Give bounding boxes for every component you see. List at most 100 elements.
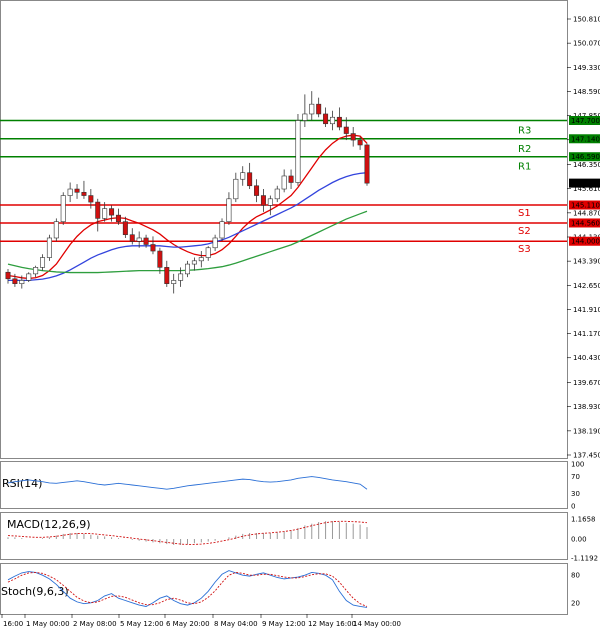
stoch-scale-label: 20 xyxy=(571,599,580,607)
candle-body xyxy=(81,191,87,196)
candle-body xyxy=(122,221,128,236)
candle-body xyxy=(33,267,39,275)
price-tick-label: 150.070 xyxy=(573,40,600,48)
candle-body xyxy=(364,144,370,184)
candle-body xyxy=(74,188,80,193)
candle-body xyxy=(19,280,25,284)
candle-body xyxy=(343,126,349,134)
candle-body xyxy=(357,139,363,146)
candle-body xyxy=(288,175,294,183)
candle-body xyxy=(95,201,101,219)
price-tick-label: 139.670 xyxy=(573,379,600,387)
price-tick-label: 149.330 xyxy=(573,64,600,72)
candle-body xyxy=(267,198,273,206)
candle-body xyxy=(26,273,32,281)
candle-body xyxy=(226,198,232,222)
time-tick-label: 16:00 xyxy=(3,620,23,628)
candle-body xyxy=(302,113,308,121)
rsi-scale-label: 0 xyxy=(571,503,575,511)
candle-body xyxy=(329,116,335,125)
level-price-label: 147.700 xyxy=(571,117,600,125)
candle-body xyxy=(350,133,356,141)
candle-body xyxy=(295,120,301,183)
forex-chart: R3 R2 R1 S1 S2 S3 150.810 150.070 149.330 148.59… xyxy=(0,0,600,628)
level-name-r3: R3 xyxy=(518,125,531,136)
time-tick-label: 2 May 08:00 xyxy=(73,620,117,628)
stoch-scale-label: 80 xyxy=(571,572,580,580)
candle-body xyxy=(136,237,142,242)
price-tick-label: 141.170 xyxy=(573,330,600,338)
price-tick-label: 143.390 xyxy=(573,258,600,266)
price-panel xyxy=(0,0,568,459)
level-price-label: 144.000 xyxy=(571,238,600,246)
rsi-panel xyxy=(0,461,568,509)
price-tick-label: 148.590 xyxy=(573,88,600,96)
level-price-label: 144.560 xyxy=(571,219,600,227)
time-tick-label: 5 May 12:00 xyxy=(120,620,164,628)
candle-body xyxy=(185,263,191,275)
rsi-scale-label: 30 xyxy=(571,490,580,498)
candle-body xyxy=(171,280,177,284)
level-name-s2: S2 xyxy=(518,226,531,237)
candle-body xyxy=(274,188,280,200)
candle-body xyxy=(102,208,108,219)
candle-body xyxy=(336,116,342,128)
level-name-s3: S3 xyxy=(518,244,531,255)
candle-body xyxy=(205,247,211,258)
candle-body xyxy=(157,250,163,268)
level-name-r1: R1 xyxy=(518,162,531,173)
price-tick-label: 138.930 xyxy=(573,403,600,411)
level-name-r2: R2 xyxy=(518,144,531,155)
candle-body xyxy=(115,214,121,222)
price-tick-label: 137.450 xyxy=(573,452,600,460)
macd-scale-label: -1.1192 xyxy=(571,555,598,563)
candle-body xyxy=(260,195,266,206)
price-tick-label: 141.910 xyxy=(573,306,600,314)
candle-body xyxy=(178,273,184,281)
candle-body xyxy=(219,221,225,239)
candle-body xyxy=(212,237,218,249)
time-tick-label: 14 May 00:00 xyxy=(353,620,401,628)
candle-body xyxy=(60,195,66,222)
price-tick-label: 140.430 xyxy=(573,354,600,362)
candle-body xyxy=(67,188,73,196)
candle-body xyxy=(143,237,149,245)
candle-body xyxy=(53,221,59,239)
rsi-scale-label: 100 xyxy=(571,461,584,469)
candle-body xyxy=(240,172,246,180)
level-name-s1: S1 xyxy=(518,208,531,219)
candle-body xyxy=(309,103,315,115)
price-tick-label: 142.650 xyxy=(573,282,600,290)
time-tick-label: 12 May 16:00 xyxy=(308,620,356,628)
candle-body xyxy=(46,237,52,258)
macd-scale-label: 0.00 xyxy=(571,536,587,544)
candle-body xyxy=(164,267,170,284)
price-tick-label: 144.870 xyxy=(573,209,600,217)
candle-body xyxy=(150,244,156,252)
candle-body xyxy=(129,234,135,242)
price-tick-label: 146.350 xyxy=(573,161,600,169)
current-price-label: 145.781 xyxy=(571,180,600,188)
candle-body xyxy=(281,175,287,190)
candle-body xyxy=(88,195,94,203)
candle-body xyxy=(254,185,260,196)
macd-scale-label: 1.1658 xyxy=(571,516,596,524)
candle-body xyxy=(5,271,11,280)
candle-body xyxy=(40,257,46,268)
price-tick-label: 150.810 xyxy=(573,16,600,24)
price-tick-label: 138.190 xyxy=(573,427,600,435)
level-price-label: 145.110 xyxy=(571,202,600,210)
candle-body xyxy=(191,260,197,265)
time-tick-label: 1 May 00:00 xyxy=(26,620,70,628)
rsi-scale-label: 70 xyxy=(571,473,580,481)
time-tick-label: 9 May 12:00 xyxy=(262,620,306,628)
macd-label: MACD(12,26,9) xyxy=(7,518,91,531)
rsi-label: RSI(14) xyxy=(2,477,42,490)
time-tick-label: 6 May 20:00 xyxy=(166,620,210,628)
candle-body xyxy=(12,278,18,284)
candle-body xyxy=(316,103,322,115)
level-price-label: 147.140 xyxy=(571,135,600,143)
candle-body xyxy=(247,172,253,187)
candle-body xyxy=(198,257,204,262)
candle-body xyxy=(109,208,115,216)
